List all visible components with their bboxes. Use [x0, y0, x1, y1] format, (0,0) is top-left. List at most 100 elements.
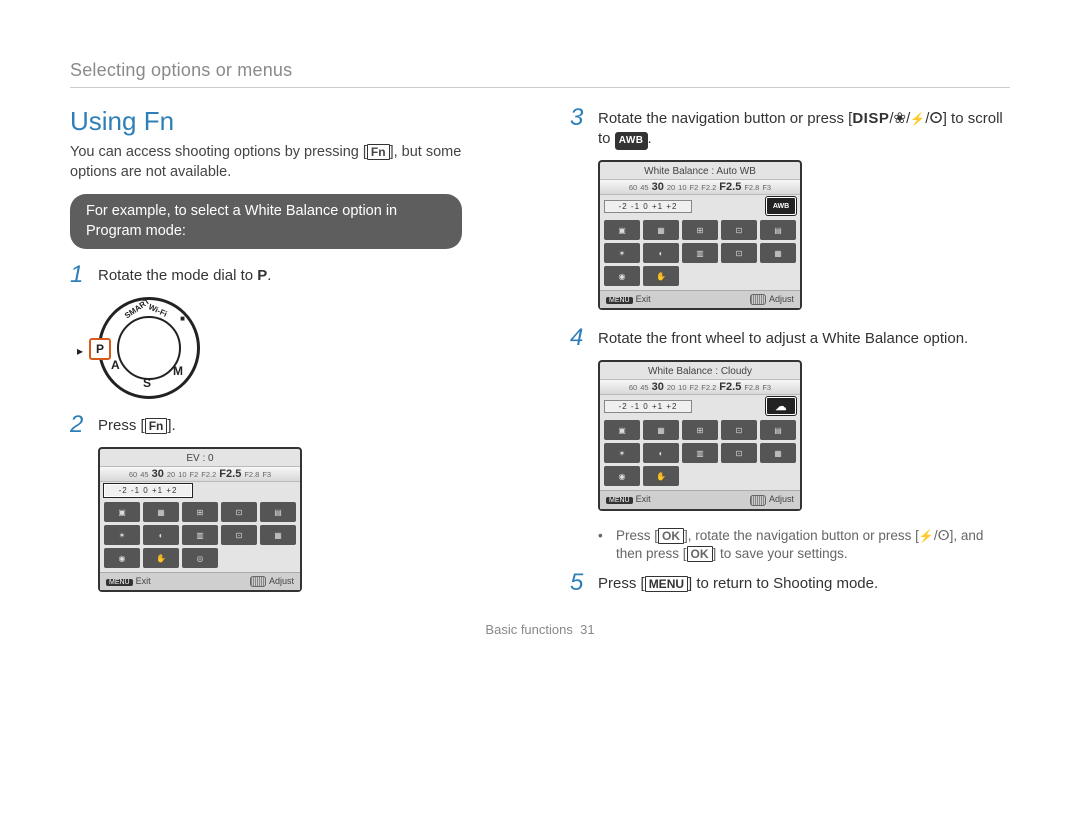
grid-cell: ▥ [682, 243, 718, 263]
lcd-screenshot-awb: White Balance : Auto WB 60 45 30 20 10 F… [598, 160, 1010, 310]
grid-cell: ▤ [760, 220, 796, 240]
step-1-text-pre: Rotate the mode dial to [98, 267, 257, 284]
fn-key-icon: Fn [367, 144, 390, 160]
wifi-icon: ⵙ [938, 528, 950, 543]
note-a: Press [ [616, 528, 658, 543]
step-2-text-post: ]. [167, 417, 175, 434]
page-footer: Basic functions 31 [70, 622, 1010, 637]
grid-cell: ⊡ [221, 502, 257, 522]
dial-movie-icon: ■ [180, 314, 185, 323]
p-mode-icon: P [257, 267, 267, 284]
grid-cell: ▦ [260, 525, 296, 545]
grid-cell: ⊡ [721, 443, 757, 463]
step-1-number: 1 [70, 263, 88, 287]
lcd3-ev-scale: -2 -1 0 +1 +2 [604, 400, 692, 413]
grid-cell: ◉ [104, 548, 140, 568]
footer-section: Basic functions [485, 622, 572, 637]
lcd2-awb-selected: AWB [766, 197, 796, 215]
fn-key-icon: Fn [145, 418, 168, 434]
grid-cell: ▦ [143, 502, 179, 522]
menu-tag-icon: MENU [606, 297, 633, 304]
lcd-screenshot-cloudy: White Balance : Cloudy 60 45 30 20 10 F2… [598, 360, 1010, 510]
grid-cell: ◎ [182, 548, 218, 568]
wheel-icon [750, 495, 766, 506]
lcd1-ev-scale: -2 -1 0 +1 +2 [104, 484, 192, 497]
step-4: 4 Rotate the front wheel to adjust a Whi… [570, 326, 1010, 350]
right-column: 3 Rotate the navigation button or press … [570, 106, 1010, 608]
step-2: 2 Press [Fn]. [70, 413, 510, 437]
step-1: 1 Rotate the mode dial to P. [70, 263, 510, 287]
grid-cell: ▦ [760, 243, 796, 263]
wheel-icon [750, 294, 766, 305]
bullet-icon: • [598, 527, 608, 563]
lcd-screenshot-ev: EV : 0 60 45 30 20 10 F2 F2.2 F2.5 F2.8 … [98, 447, 510, 592]
grid-cell: ◉ [604, 266, 640, 286]
grid-cell: ▦ [643, 220, 679, 240]
lcd2-exit-label: Exit [636, 294, 651, 304]
header-rule [70, 87, 1010, 88]
dial-a-label: A [111, 358, 120, 372]
grid-cell: ▤ [260, 502, 296, 522]
grid-cell: ▦ [643, 420, 679, 440]
grid-cell: ⊡ [221, 525, 257, 545]
grid-cell: ▦ [760, 443, 796, 463]
awb-icon: AWB [615, 132, 648, 150]
grid-cell: ⊞ [682, 220, 718, 240]
left-column: Using Fn You can access shooting options… [70, 106, 510, 608]
grid-cell: ▥ [182, 525, 218, 545]
grid-cell: ◐ [643, 243, 679, 263]
example-pill: For example, to select a White Balance o… [70, 194, 462, 249]
grid-cell: ✶ [604, 443, 640, 463]
lcd2-ev-scale: -2 -1 0 +1 +2 [604, 200, 692, 213]
flash-icon [919, 528, 934, 543]
grid-cell: ▥ [682, 443, 718, 463]
step-5-number: 5 [570, 571, 588, 595]
flash-icon [910, 110, 925, 127]
lcd1-title: EV : 0 [100, 449, 300, 466]
ok-key-icon: OK [687, 546, 713, 562]
breadcrumb: Selecting options or menus [70, 60, 1010, 81]
lcd2-option-grid: ▣ ▦ ⊞ ⊡ ▤ ✶ ◐ ▥ ⊡ ▦ ◉ ✋ [600, 217, 800, 290]
menu-tag-icon: MENU [106, 579, 133, 586]
lcd3-title: White Balance : Cloudy [600, 362, 800, 379]
step-5-text-post: ] to return to Shooting mode. [688, 575, 878, 592]
lcd3-adjust-label: Adjust [769, 494, 794, 504]
step-5: 5 Press [MENU] to return to Shooting mod… [570, 571, 1010, 595]
grid-cell: ▣ [104, 502, 140, 522]
macro-icon [894, 110, 907, 127]
grid-cell: ◉ [604, 466, 640, 486]
lcd1-adjust-label: Adjust [269, 576, 294, 586]
grid-cell: ✶ [104, 525, 140, 545]
intro-text: You can access shooting options by press… [70, 143, 510, 182]
intro-prefix: You can access shooting options by press… [70, 144, 367, 160]
step-2-number: 2 [70, 413, 88, 437]
wifi-icon: ⵙ [929, 110, 942, 127]
grid-cell: ⊡ [721, 220, 757, 240]
lcd2-title: White Balance : Auto WB [600, 162, 800, 179]
grid-cell: ◐ [643, 443, 679, 463]
lcd1-option-grid: ▣ ▦ ⊞ ⊡ ▤ ✶ ◐ ▥ ⊡ ▦ ◉ ✋ ◎ [100, 499, 300, 572]
grid-cell: ▣ [604, 420, 640, 440]
step-3-text-pre: Rotate the navigation button or press [ [598, 110, 852, 127]
step-1-text-post: . [267, 267, 271, 284]
lcd3-cloudy-selected: ☁ [766, 397, 796, 415]
step-4-text: Rotate the front wheel to adjust a White… [598, 326, 1010, 349]
dial-pointer-icon: ▸ [77, 344, 83, 358]
note-d: ] to save your settings. [713, 546, 848, 561]
lcd2-shutter-strip: 60 45 30 20 10 F2 F2.2 F2.5 F2.8 F3 [600, 179, 800, 195]
step-4-number: 4 [570, 326, 588, 350]
step-3: 3 Rotate the navigation button or press … [570, 106, 1010, 150]
note-b: ], rotate the navigation button or press… [684, 528, 919, 543]
grid-cell: ✋ [643, 266, 679, 286]
grid-cell: ⊞ [182, 502, 218, 522]
step-3-text-post: . [648, 130, 652, 147]
step-2-text-pre: Press [ [98, 417, 145, 434]
grid-cell: ▣ [604, 220, 640, 240]
lcd3-exit-label: Exit [636, 494, 651, 504]
lcd1-shutter-strip: 60 45 30 20 10 F2 F2.2 F2.5 F2.8 F3 [100, 466, 300, 482]
lcd2-adjust-label: Adjust [769, 294, 794, 304]
lcd1-exit-label: Exit [136, 576, 151, 586]
wheel-icon [250, 576, 266, 587]
grid-cell: ⊡ [721, 420, 757, 440]
mode-dial-illustration: ▸ P SMART Wi-Fi ■ A S M [98, 297, 510, 399]
